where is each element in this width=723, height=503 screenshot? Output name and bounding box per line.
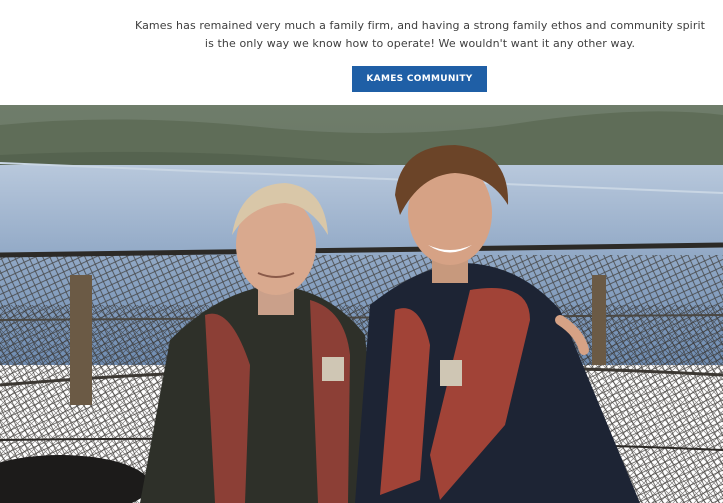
intro-line-1: Kames has remained very much a family fi… bbox=[134, 19, 706, 32]
kames-community-button[interactable]: KAMES COMMUNITY bbox=[352, 66, 487, 92]
intro-paragraph: Kames has remained very much a family fi… bbox=[130, 17, 710, 52]
intro-line-2: is the only way we know how to operate! … bbox=[204, 36, 636, 50]
community-intro-section: Kames has remained very much a family fi… bbox=[0, 0, 723, 105]
photo-illustration bbox=[0, 105, 723, 503]
hero-photo bbox=[0, 105, 723, 503]
